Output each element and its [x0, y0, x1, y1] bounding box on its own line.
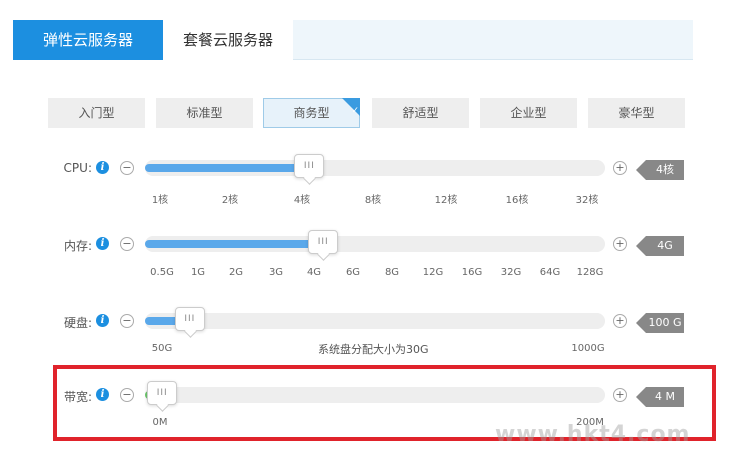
plan-enterprise-button[interactable]: 企业型: [480, 98, 577, 128]
memory-tick: 32G: [500, 267, 522, 278]
cpu-tick: 12核: [434, 195, 458, 206]
disk-tick: 50G: [151, 343, 173, 354]
cpu-tick: 1核: [151, 195, 169, 206]
memory-slider-track[interactable]: [145, 236, 605, 252]
memory-tick: 6G: [345, 267, 361, 278]
cpu-tick: 4核: [293, 195, 311, 206]
memory-tick: 16G: [461, 267, 483, 278]
memory-tick: 0.5G: [150, 267, 174, 278]
cpu-tick: 32核: [575, 195, 599, 206]
memory-info-icon[interactable]: i: [96, 237, 109, 250]
cpu-slider-track[interactable]: [145, 160, 605, 176]
memory-tick: 3G: [268, 267, 284, 278]
plan-luxury-button[interactable]: 豪华型: [588, 98, 685, 128]
memory-tick: 12G: [422, 267, 444, 278]
tab-elastic-cloud-server[interactable]: 弹性云服务器: [13, 20, 163, 60]
memory-tick: 2G: [228, 267, 244, 278]
memory-slider-fill: [145, 240, 316, 248]
tab-package-cloud-server[interactable]: 套餐云服务器: [163, 20, 293, 60]
cpu-tick: 16核: [505, 195, 529, 206]
disk-info-icon[interactable]: i: [96, 314, 109, 327]
plan-entry-button[interactable]: 入门型: [48, 98, 145, 128]
disk-decrease-button[interactable]: −: [120, 314, 134, 328]
memory-decrease-button[interactable]: −: [120, 237, 134, 251]
selected-check-icon: [342, 97, 360, 125]
cpu-tick-labels: 1核 2核 4核 8核 12核 16核 32核: [0, 191, 733, 206]
cpu-info-icon[interactable]: i: [96, 161, 109, 174]
cpu-decrease-button[interactable]: −: [120, 161, 134, 175]
plan-standard-button[interactable]: 标准型: [156, 98, 253, 128]
disk-value-tag: 100 G: [636, 313, 684, 333]
cpu-slider-handle[interactable]: III: [294, 154, 325, 178]
disk-increase-button[interactable]: +: [613, 314, 627, 328]
memory-tick: 4G: [306, 267, 322, 278]
plan-comfort-button[interactable]: 舒适型: [372, 98, 469, 128]
plan-business-label: 商务型: [293, 106, 330, 120]
memory-tick: 64G: [539, 267, 561, 278]
memory-tick: 128G: [576, 267, 604, 278]
disk-allocation-note: 系统盘分配大小为30G: [318, 343, 429, 356]
plan-business-button[interactable]: 商务型: [263, 97, 360, 128]
disk-tick: 1000G: [571, 343, 605, 354]
memory-value-tag: 4G: [636, 236, 684, 256]
memory-tick: 8G: [384, 267, 400, 278]
site-watermark: www.hkt4.com: [495, 422, 691, 447]
memory-tick: 1G: [190, 267, 206, 278]
memory-slider-handle[interactable]: III: [308, 230, 339, 254]
memory-tick-labels: 0.5G 1G 2G 3G 4G 6G 8G 12G 16G 32G 64G 1…: [0, 267, 733, 281]
memory-increase-button[interactable]: +: [613, 237, 627, 251]
memory-label: 内存:: [63, 239, 92, 253]
product-tabbar: 弹性云服务器 套餐云服务器: [13, 20, 693, 60]
disk-slider-track[interactable]: [145, 313, 605, 329]
disk-slider-handle[interactable]: III: [174, 307, 205, 331]
cpu-label: CPU:: [63, 161, 92, 175]
cpu-tick: 2核: [221, 195, 239, 206]
disk-label: 硬盘:: [63, 316, 92, 330]
cpu-increase-button[interactable]: +: [613, 161, 627, 175]
cpu-slider-fill: [145, 164, 302, 172]
cpu-tick: 8核: [364, 195, 382, 206]
cpu-value-tag: 4核: [636, 160, 684, 180]
